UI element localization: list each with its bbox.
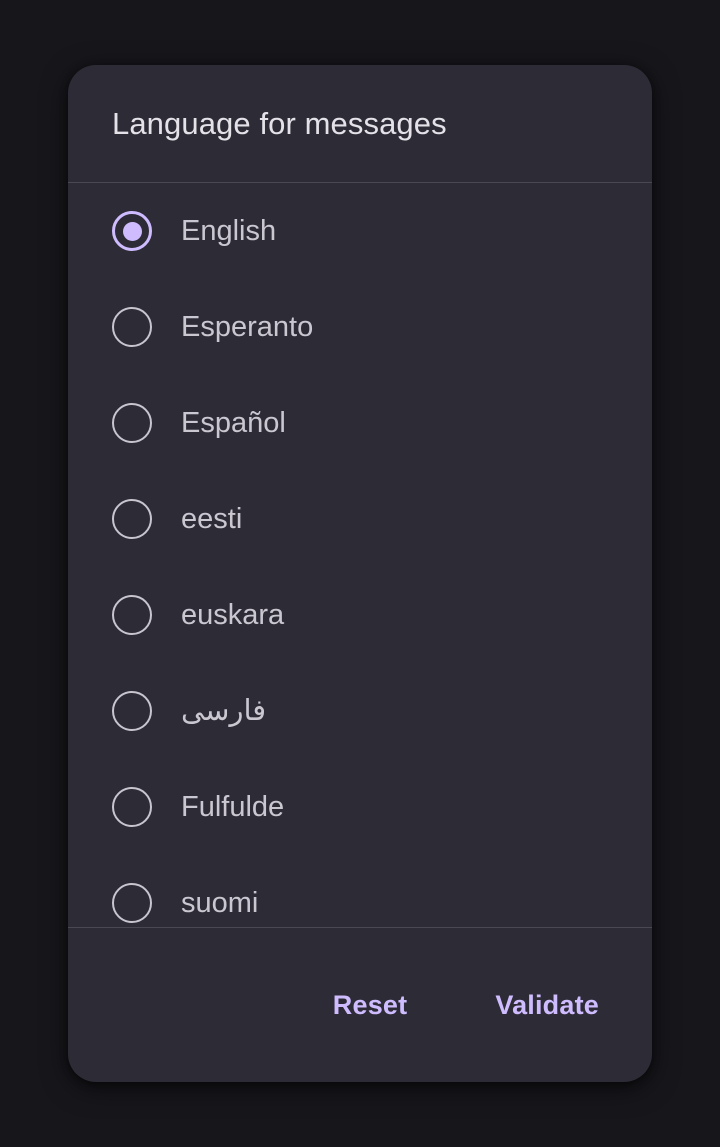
language-option-row[interactable]: فارسی: [68, 663, 652, 759]
language-option-row[interactable]: euskara: [68, 567, 652, 663]
radio-unselected-icon[interactable]: [112, 691, 152, 731]
language-option-label: Fulfulde: [181, 791, 285, 823]
radio-unselected-icon[interactable]: [112, 307, 152, 347]
language-option-label: Español: [181, 407, 286, 439]
validate-button[interactable]: Validate: [479, 977, 615, 1033]
radio-unselected-icon[interactable]: [112, 499, 152, 539]
radio-unselected-icon[interactable]: [112, 787, 152, 827]
language-option-label: suomi: [181, 887, 259, 919]
language-option-label: Esperanto: [181, 311, 314, 343]
radio-unselected-icon[interactable]: [112, 595, 152, 635]
language-option-list-inner: English Esperanto Español eesti euskara فارسی…: [68, 183, 652, 927]
radio-selected-icon[interactable]: [112, 211, 152, 251]
language-option-row[interactable]: Español: [68, 375, 652, 471]
radio-unselected-icon[interactable]: [112, 883, 152, 923]
language-option-row[interactable]: English: [68, 183, 652, 279]
language-option-label: eesti: [181, 503, 243, 535]
language-option-row[interactable]: suomi: [68, 855, 652, 927]
language-option-row[interactable]: eesti: [68, 471, 652, 567]
dialog-header: Language for messages: [68, 65, 652, 182]
language-option-label: فارسی: [181, 695, 267, 727]
language-option-row[interactable]: Fulfulde: [68, 759, 652, 855]
reset-button[interactable]: Reset: [317, 977, 424, 1033]
language-option-label: English: [181, 215, 277, 247]
language-selection-dialog: Language for messages English Esperanto Es…: [68, 65, 652, 1082]
radio-unselected-icon[interactable]: [112, 403, 152, 443]
language-option-list[interactable]: English Esperanto Español eesti euskara فارسی…: [68, 183, 652, 927]
language-option-label: euskara: [181, 599, 285, 631]
dialog-title: Language for messages: [112, 105, 447, 141]
language-option-row[interactable]: Esperanto: [68, 279, 652, 375]
dialog-footer: Reset Validate: [68, 928, 652, 1082]
